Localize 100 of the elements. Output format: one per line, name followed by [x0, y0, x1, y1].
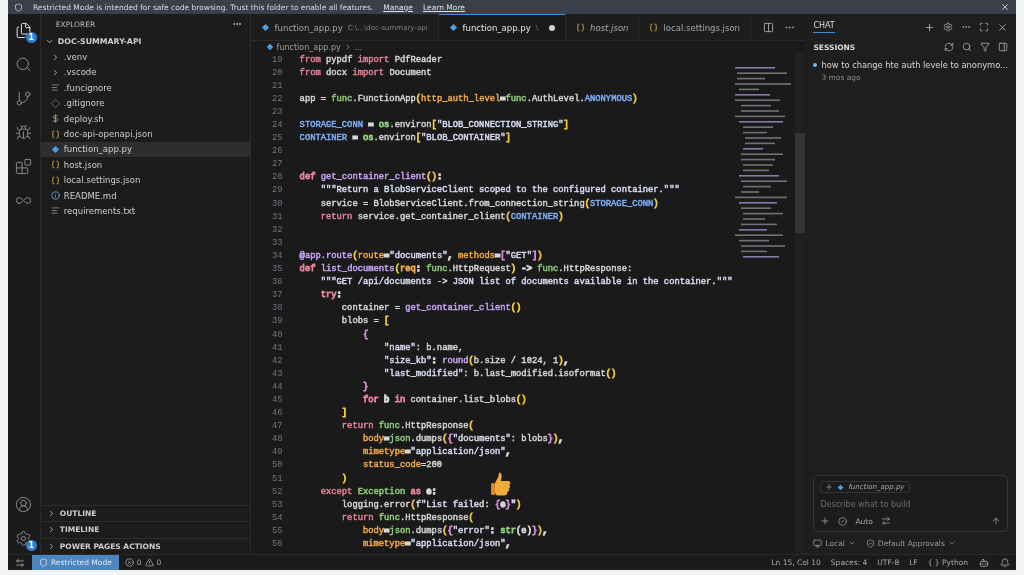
- tree-item[interactable]: README.md: [40, 187, 250, 204]
- diamond-icon: [50, 98, 60, 108]
- line-number: 45: [271, 395, 284, 405]
- tree-item[interactable]: .vscode: [40, 64, 250, 81]
- scrollbar-thumb[interactable]: [795, 133, 806, 233]
- tree-item[interactable]: requirements.txt: [40, 203, 250, 219]
- code-token: ): [553, 434, 559, 445]
- code-token: ->: [520, 264, 533, 275]
- code-token: .AuthLevel.: [526, 93, 585, 104]
- code-token: route: [357, 250, 385, 261]
- tree-item[interactable]: host.json: [40, 157, 250, 173]
- lines-icon: [50, 206, 60, 216]
- activity-button[interactable]: [13, 494, 34, 514]
- line-number: 33: [271, 237, 284, 248]
- code-token: """Return a BlobServiceClient scoped to the configured container.""": [319, 185, 680, 196]
- line-number: 55: [271, 525, 284, 536]
- code-token: =: [500, 93, 506, 104]
- activity-button[interactable]: 1: [13, 528, 34, 548]
- braces-icon: [50, 160, 60, 170]
- plus-icon[interactable]: [820, 516, 831, 526]
- code-token: (: [352, 250, 358, 261]
- tree-item[interactable]: .venv: [40, 49, 250, 65]
- code-token: os: [362, 133, 374, 144]
- split-icon[interactable]: [763, 21, 775, 33]
- badge: 1: [25, 32, 37, 43]
- send-icon[interactable]: [991, 516, 1001, 526]
- close-icon[interactable]: [1000, 2, 1010, 12]
- breadcrumb-item[interactable]: ...: [354, 42, 363, 52]
- code-token: logging.error: [340, 499, 411, 510]
- line-number: 46: [271, 408, 284, 419]
- arrows-icon[interactable]: [880, 516, 891, 526]
- line-number: 24: [271, 120, 284, 130]
- code-token: :: [336, 290, 342, 301]
- code-token: as: [410, 486, 422, 497]
- code-token: (: [468, 421, 474, 432]
- search-icon[interactable]: [962, 42, 972, 52]
- code-token: (: [468, 355, 474, 366]
- tree-item[interactable]: function_app.py: [40, 141, 250, 158]
- code-token: ANONYMOUS: [584, 93, 633, 104]
- code-token: ): [510, 264, 517, 275]
- breadcrumb-item[interactable]: function_app.py: [276, 42, 341, 52]
- code-token: ,: [558, 434, 564, 445]
- account-icon: [15, 495, 33, 513]
- code-token: Exception: [356, 486, 407, 497]
- file-label: .funcignore: [63, 82, 112, 93]
- settings-icon[interactable]: [943, 22, 953, 32]
- tree-item[interactable]: doc-api-openapi.json: [40, 126, 250, 142]
- code-token: (: [584, 198, 590, 209]
- remote-icon[interactable]: [15, 557, 25, 568]
- shield-icon: [865, 538, 875, 548]
- code-token: .dumps: [410, 525, 443, 536]
- code-token: (: [410, 499, 416, 510]
- panel-icon[interactable]: [998, 42, 1008, 52]
- code-token: "name": [383, 342, 416, 353]
- tree-item[interactable]: deploy.sh: [40, 110, 250, 127]
- code-token: .HttpResponse: [399, 421, 469, 432]
- plus-icon: [825, 483, 834, 491]
- line-number: 20: [271, 67, 284, 78]
- code-token: "application/json": [410, 539, 506, 549]
- chevron-down-icon: [847, 539, 856, 547]
- line-number: 21: [271, 80, 284, 91]
- code-token: : b.name,: [415, 342, 464, 353]
- code-token: [: [384, 316, 390, 327]
- close-icon[interactable]: [997, 21, 1008, 33]
- code-token: {: [447, 525, 453, 536]
- activity-button[interactable]: [13, 156, 34, 176]
- slash-circle-icon[interactable]: [838, 516, 848, 526]
- refresh-icon[interactable]: [944, 42, 954, 52]
- maximize-icon[interactable]: [979, 22, 989, 32]
- shield-icon: [14, 2, 23, 12]
- code-token: [: [431, 120, 437, 130]
- code-token: (: [442, 525, 448, 536]
- code-token: .HttpRequest: [447, 264, 511, 275]
- code-token: (): [516, 395, 527, 405]
- line-number: 48: [271, 434, 284, 445]
- tree-item[interactable]: .funcignore: [40, 80, 250, 96]
- chat-input[interactable]: Describe what to build: [820, 500, 1001, 509]
- tree-item[interactable]: .gitignore: [40, 95, 250, 111]
- code-token: {: [447, 434, 453, 445]
- line-number: 49: [271, 447, 284, 458]
- activity-button[interactable]: 1: [13, 20, 34, 40]
- tree-item[interactable]: local.settings.json: [40, 172, 250, 188]
- line-number: 38: [271, 303, 284, 314]
- code-token: ): [516, 499, 522, 510]
- activity-button[interactable]: [13, 122, 34, 142]
- code-token: "BLOB_CONNECTION_STRING": [436, 120, 564, 130]
- code-token: (e): [516, 525, 532, 536]
- session-dot: [813, 63, 818, 67]
- bot-icon[interactable]: [979, 557, 989, 568]
- code-token: from: [299, 67, 321, 78]
- filter-icon[interactable]: [980, 42, 990, 52]
- bell-icon[interactable]: [1000, 557, 1010, 568]
- code-token: .environ: [373, 133, 416, 144]
- code-token: e: [500, 499, 506, 510]
- session-title[interactable]: how to change hte auth levele to anonymo...: [821, 60, 1008, 70]
- code-token: for: [361, 395, 379, 405]
- code-token: : b.last_modified.isoformat: [463, 368, 606, 379]
- line-number: 36: [271, 277, 284, 288]
- plus-icon[interactable]: [924, 21, 935, 33]
- chat-title[interactable]: CHAT: [813, 21, 835, 33]
